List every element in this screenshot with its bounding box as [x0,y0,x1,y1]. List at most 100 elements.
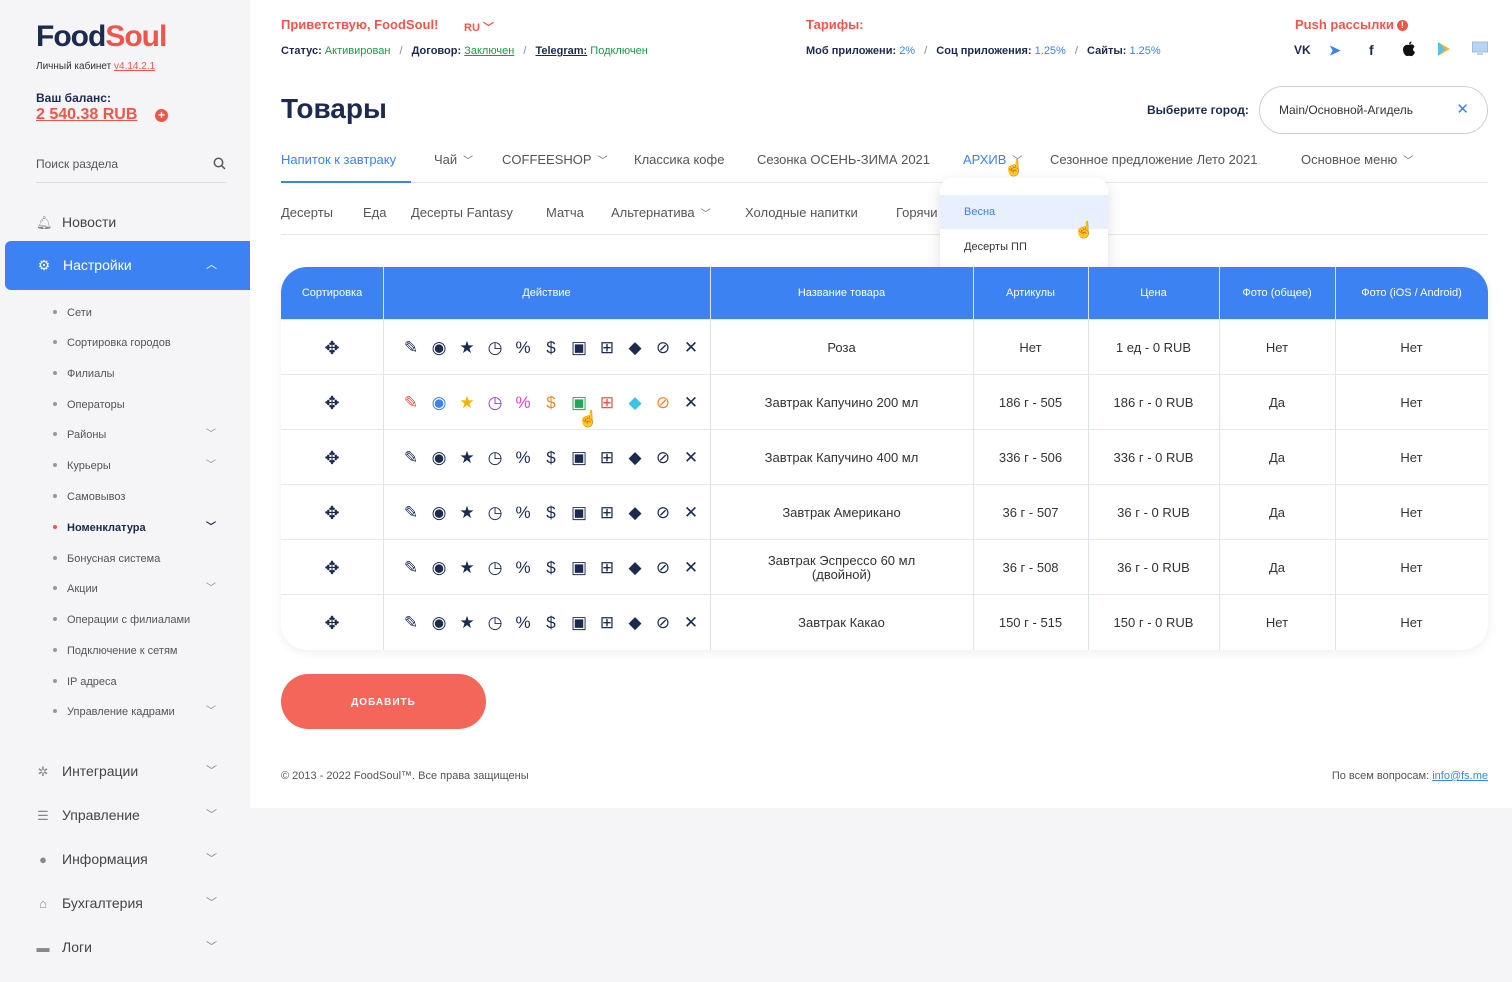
tab-tea[interactable]: Чай ﹀ [434,152,473,167]
sidebar-sub-item[interactable]: Сортировка городов [53,336,171,350]
diamond-icon[interactable]: ◆ [621,503,649,522]
gift-icon[interactable]: ⊞ [593,338,621,357]
diamond-icon[interactable]: ◆ [621,558,649,577]
view-icon[interactable]: ◉ [425,393,453,412]
close-icon[interactable]: ✕ [677,558,705,577]
star-icon[interactable]: ★ [453,558,481,577]
gift-box-icon[interactable]: ▣ [565,448,593,467]
no-money-icon[interactable]: ⊘ [649,448,677,467]
apple-icon[interactable] [1402,41,1416,61]
tab-desserts-fantasy[interactable]: Десерты Fantasy [411,205,513,220]
close-icon[interactable]: ✕ [677,338,705,357]
edit-icon[interactable]: ✎ [397,558,425,577]
coin-icon[interactable]: $ [537,393,565,412]
no-money-icon[interactable]: ⊘ [649,613,677,632]
coin-icon[interactable]: $ [537,338,565,357]
tab-hot[interactable]: Горячи [896,205,938,220]
edit-icon[interactable]: ✎ [397,613,425,632]
nav-settings[interactable]: ⚙ Настройки ︿ [5,241,250,290]
nav-management[interactable]: ☰ Управление ﹀ [36,805,217,825]
tab-summer-2021[interactable]: Сезонное предложение Лето 2021 [1050,152,1258,167]
coin-icon[interactable]: $ [537,448,565,467]
gift-icon[interactable]: ⊞ [593,503,621,522]
view-icon[interactable]: ◉ [425,503,453,522]
view-icon[interactable]: ◉ [425,338,453,357]
sidebar-sub-item[interactable]: Филиалы [53,367,115,381]
drag-handle-icon[interactable]: ✥ [281,320,383,375]
sidebar-sub-item[interactable]: Операторы [53,398,125,412]
close-icon[interactable]: ✕ [1456,87,1469,133]
gift-icon[interactable]: ⊞ [593,558,621,577]
telegram-icon[interactable]: ➤ [1329,41,1341,59]
sidebar-sub-item[interactable]: Акции ﹀ [53,582,216,596]
vk-icon[interactable]: VK [1294,41,1311,59]
diamond-icon[interactable]: ◆ [621,393,649,412]
nav-integrations[interactable]: ✲ Интеграции ﹀ [36,761,217,781]
balance-value[interactable]: 2 540.38 RUB [36,106,137,124]
no-money-icon[interactable]: ⊘ [649,393,677,412]
drag-handle-icon[interactable]: ✥ [281,595,383,650]
drag-handle-icon[interactable]: ✥ [281,375,383,430]
info-icon[interactable]: ! [1396,20,1408,31]
speed-icon[interactable]: ◷ [481,558,509,577]
view-icon[interactable]: ◉ [425,613,453,632]
sidebar-sub-item[interactable]: Операции с филиалами [53,613,190,627]
contract-link[interactable]: Заключен [464,45,514,57]
logo[interactable]: FoodSoul [36,20,167,54]
nav-logs[interactable]: ▬ Логи ﹀ [36,937,218,957]
tab-matcha[interactable]: Матча [546,205,584,220]
facebook-icon[interactable]: f [1369,41,1374,59]
star-icon[interactable]: ★ [453,393,481,412]
sidebar-sub-item[interactable]: Сети [53,306,92,320]
gift-box-icon[interactable]: ▣ [565,613,593,632]
drag-handle-icon[interactable]: ✥ [281,540,383,595]
section-search-input[interactable]: Поиск раздела [36,150,226,183]
tab-main-menu[interactable]: Основное меню ﹀ [1301,152,1413,167]
close-icon[interactable]: ✕ [677,613,705,632]
nav-news[interactable]: 🔔︎ Новости [36,212,116,232]
speed-icon[interactable]: ◷ [481,338,509,357]
close-icon[interactable]: ✕ [677,503,705,522]
percent-icon[interactable]: % [509,503,537,522]
version-link[interactable]: v4.14.2.1 [114,61,155,72]
percent-icon[interactable]: % [509,393,537,412]
contact-email-link[interactable]: info@fs.me [1432,770,1488,782]
tab-alternative[interactable]: Альтернатива ﹀ [611,205,711,220]
add-button[interactable]: ДОБАВИТЬ [281,674,486,729]
google-play-icon[interactable] [1437,41,1451,61]
nav-accounting[interactable]: ⌂ Бухгалтерия ﹀ [36,893,217,913]
speed-icon[interactable]: ◷ [481,393,509,412]
percent-icon[interactable]: % [509,338,537,357]
tab-coffeeshop[interactable]: COFFEESHOP ﹀ [502,152,608,167]
tab-breakfast-drinks[interactable]: Напиток к завтраку [281,152,396,167]
star-icon[interactable]: ★ [453,448,481,467]
star-icon[interactable]: ★ [453,338,481,357]
percent-icon[interactable]: % [509,558,537,577]
sidebar-sub-item-active[interactable]: Номенклатура ﹀ [53,521,216,535]
language-select[interactable]: RU ﹀ [464,19,494,35]
edit-icon[interactable]: ✎ [397,503,425,522]
city-select[interactable]: Main/Основной-Агидель ✕ [1259,86,1488,134]
sidebar-sub-item[interactable]: Самовывоз [53,490,125,504]
desktop-icon[interactable] [1472,41,1488,61]
sidebar-sub-item[interactable]: IP адреса [53,675,117,689]
sidebar-sub-item[interactable]: Управление кадрами ﹀ [53,705,216,719]
speed-icon[interactable]: ◷ [481,613,509,632]
gift-box-icon[interactable]: ▣ [565,503,593,522]
tab-classic-coffee[interactable]: Классика кофе [634,152,724,167]
percent-icon[interactable]: % [509,613,537,632]
coin-icon[interactable]: $ [537,613,565,632]
nav-info[interactable]: ● Информация ﹀ [36,849,217,869]
star-icon[interactable]: ★ [453,503,481,522]
drag-handle-icon[interactable]: ✥ [281,430,383,485]
no-money-icon[interactable]: ⊘ [649,558,677,577]
edit-icon[interactable]: ✎ [397,393,425,412]
sidebar-sub-item[interactable]: Бонусная система [53,552,160,566]
view-icon[interactable]: ◉ [425,448,453,467]
tab-cold-drinks[interactable]: Холодные напитки [745,205,858,220]
speed-icon[interactable]: ◷ [481,448,509,467]
coin-icon[interactable]: $ [537,558,565,577]
edit-icon[interactable]: ✎ [397,448,425,467]
no-money-icon[interactable]: ⊘ [649,503,677,522]
close-icon[interactable]: ✕ [677,448,705,467]
